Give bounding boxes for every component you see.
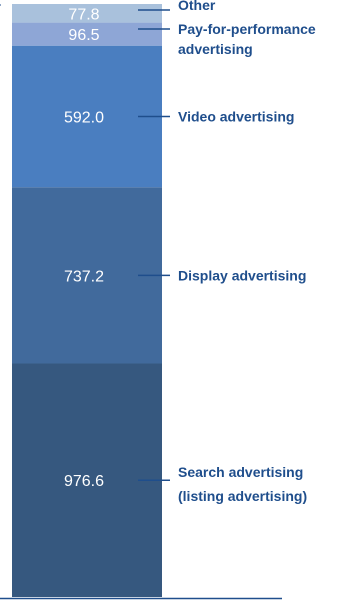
data-label-other: 77.8 — [68, 6, 99, 23]
legend-label-line: (listing advertising) — [178, 488, 307, 504]
data-label-display: 737.2 — [64, 268, 104, 285]
legend-label-pfp: Pay-for-performance advertising — [178, 21, 316, 57]
legend-label-display: Display advertising — [178, 267, 306, 283]
stacked-bar-chart: 976.6 Search advertising (listing advertis… — [0, 0, 316, 600]
legend-label-line: advertising — [178, 41, 253, 57]
legend-label-line: Pay-for-performance — [178, 21, 316, 37]
legend-label-line: Video advertising — [178, 108, 294, 124]
legend-label-other: Other — [178, 0, 216, 13]
legend-label-video: Video advertising — [178, 108, 294, 124]
legend-label-line: Display advertising — [178, 267, 306, 283]
data-label-pfp: 96.5 — [68, 27, 99, 44]
legend-label-search: Search advertising (listing advertising) — [178, 464, 307, 504]
data-label-search: 976.6 — [64, 473, 104, 490]
legend-label-line: Other — [178, 0, 216, 13]
data-label-video: 592.0 — [64, 109, 104, 126]
chart-root: 976.6 Search advertising (listing advertis… — [0, 0, 344, 601]
legend-label-line: Search advertising — [178, 464, 303, 480]
